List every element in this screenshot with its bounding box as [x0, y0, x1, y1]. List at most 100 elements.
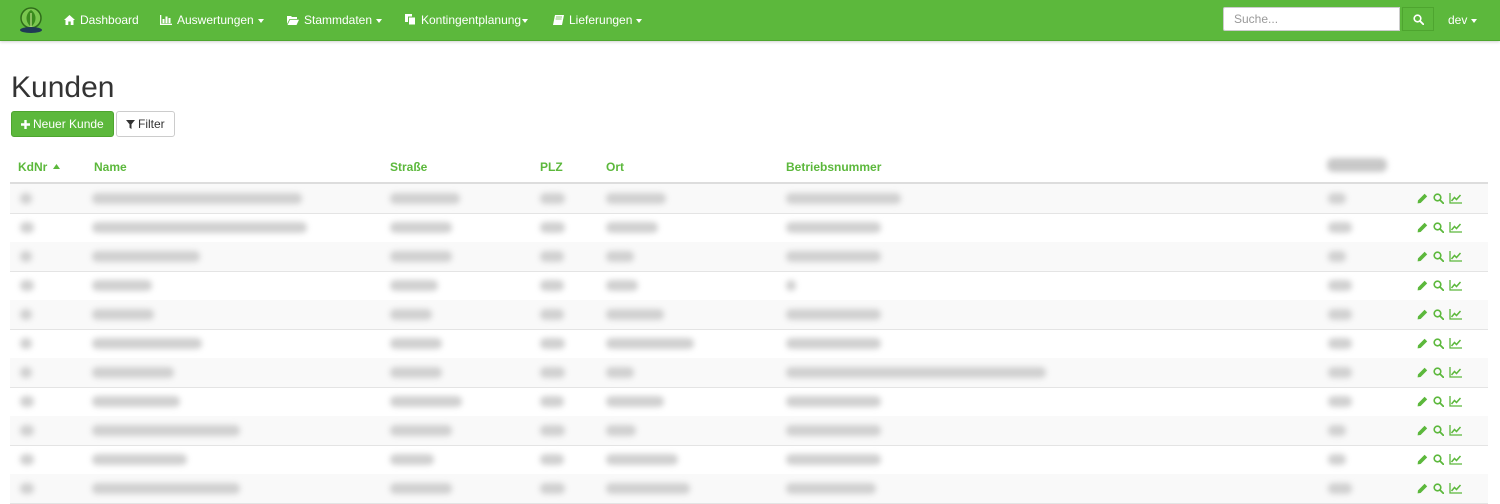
- view-search-icon[interactable]: [1433, 454, 1444, 465]
- line-chart-icon[interactable]: [1449, 193, 1462, 204]
- edit-pencil-icon[interactable]: [1417, 483, 1428, 494]
- edit-pencil-icon[interactable]: [1417, 222, 1428, 233]
- view-search-icon[interactable]: [1433, 222, 1444, 233]
- redacted-cell: [540, 222, 565, 233]
- line-chart-icon[interactable]: [1449, 309, 1462, 320]
- line-chart-icon[interactable]: [1449, 222, 1462, 233]
- redacted-cell: [390, 367, 442, 378]
- line-chart-icon[interactable]: [1449, 454, 1462, 465]
- column-header-kdnr[interactable]: KdNr: [18, 160, 60, 174]
- edit-pencil-icon[interactable]: [1417, 193, 1428, 204]
- column-header-plz[interactable]: PLZ: [540, 160, 563, 174]
- redacted-cell: [540, 309, 564, 320]
- search-button[interactable]: [1402, 7, 1434, 31]
- edit-pencil-icon[interactable]: [1417, 309, 1428, 320]
- folder-open-icon: [287, 16, 299, 25]
- redacted-cell: [606, 193, 666, 204]
- redacted-cell: [20, 280, 34, 291]
- table-row[interactable]: [10, 329, 1488, 359]
- edit-pencil-icon[interactable]: [1417, 367, 1428, 378]
- line-chart-icon[interactable]: [1449, 251, 1462, 262]
- redacted-cell: [92, 280, 152, 291]
- chevron-down-icon: [1471, 18, 1478, 23]
- line-chart-icon[interactable]: [1449, 396, 1462, 407]
- chevron-down-icon: [636, 18, 643, 23]
- redacted-cell: [390, 251, 452, 262]
- brand-logo-icon[interactable]: [16, 5, 46, 35]
- table-row[interactable]: [10, 358, 1488, 388]
- redacted-cell: [1328, 193, 1346, 204]
- nav-item-stammdaten[interactable]: Stammdaten: [287, 0, 383, 40]
- redacted-cell: [1328, 425, 1346, 436]
- line-chart-icon[interactable]: [1449, 367, 1462, 378]
- redacted-cell: [390, 483, 452, 494]
- redacted-cell: [20, 251, 32, 262]
- redacted-cell: [540, 425, 565, 436]
- edit-pencil-icon[interactable]: [1417, 338, 1428, 349]
- edit-pencil-icon[interactable]: [1417, 396, 1428, 407]
- nav-label-dashboard: Dashboard: [80, 13, 139, 27]
- column-header-ort[interactable]: Ort: [606, 160, 624, 174]
- book-icon: [553, 15, 564, 25]
- view-search-icon[interactable]: [1433, 338, 1444, 349]
- redacted-cell: [390, 396, 462, 407]
- table-row[interactable]: [10, 300, 1488, 330]
- row-actions: [1417, 329, 1462, 358]
- view-search-icon[interactable]: [1433, 309, 1444, 320]
- view-search-icon[interactable]: [1433, 193, 1444, 204]
- table-row[interactable]: [10, 387, 1488, 417]
- column-header-betriebsnummer[interactable]: Betriebsnummer: [786, 160, 881, 174]
- edit-pencil-icon[interactable]: [1417, 425, 1428, 436]
- redacted-cell: [92, 425, 240, 436]
- redacted-cell: [606, 280, 638, 291]
- nav-item-auswertungen[interactable]: Auswertungen: [160, 0, 264, 40]
- redacted-cell: [786, 222, 881, 233]
- row-actions: [1417, 242, 1462, 271]
- line-chart-icon[interactable]: [1449, 425, 1462, 436]
- column-header-strasse[interactable]: Straße: [390, 160, 427, 174]
- user-name: dev: [1448, 13, 1468, 27]
- redacted-cell: [606, 454, 678, 465]
- line-chart-icon[interactable]: [1449, 280, 1462, 291]
- view-search-icon[interactable]: [1433, 280, 1444, 291]
- nav-item-dashboard[interactable]: Dashboard: [64, 0, 139, 40]
- table-row[interactable]: [10, 445, 1488, 475]
- edit-pencil-icon[interactable]: [1417, 251, 1428, 262]
- nav-item-kontingentplanung[interactable]: Kontingentplanung: [405, 0, 529, 40]
- redacted-cell: [540, 367, 565, 378]
- redacted-cell: [786, 193, 901, 204]
- nav-item-lieferungen[interactable]: Lieferungen: [553, 0, 643, 40]
- edit-pencil-icon[interactable]: [1417, 280, 1428, 291]
- filter-button[interactable]: Filter: [116, 111, 175, 137]
- redacted-cell: [1328, 396, 1352, 407]
- table-row[interactable]: [10, 184, 1488, 214]
- column-label-kdnr: KdNr: [18, 160, 48, 174]
- redacted-cell: [786, 338, 881, 349]
- row-actions: [1417, 387, 1462, 416]
- edit-pencil-icon[interactable]: [1417, 454, 1428, 465]
- view-search-icon[interactable]: [1433, 483, 1444, 494]
- sort-ascending-icon: [52, 164, 60, 169]
- redacted-cell: [92, 454, 187, 465]
- line-chart-icon[interactable]: [1449, 483, 1462, 494]
- table-row[interactable]: [10, 416, 1488, 446]
- table-row[interactable]: [10, 242, 1488, 272]
- view-search-icon[interactable]: [1433, 251, 1444, 262]
- view-search-icon[interactable]: [1433, 425, 1444, 436]
- redacted-cell: [390, 309, 432, 320]
- new-customer-button[interactable]: Neuer Kunde: [11, 111, 114, 137]
- table-row[interactable]: [10, 271, 1488, 301]
- table-row[interactable]: [10, 213, 1488, 243]
- redacted-cell: [92, 193, 302, 204]
- redacted-cell: [20, 483, 34, 494]
- row-actions: [1417, 300, 1462, 329]
- view-search-icon[interactable]: [1433, 367, 1444, 378]
- redacted-cell: [540, 280, 564, 291]
- column-header-name[interactable]: Name: [94, 160, 127, 174]
- nav-label-stammdaten: Stammdaten: [304, 13, 373, 27]
- view-search-icon[interactable]: [1433, 396, 1444, 407]
- redacted-cell: [92, 338, 202, 349]
- line-chart-icon[interactable]: [1449, 338, 1462, 349]
- user-menu[interactable]: dev: [1448, 0, 1478, 40]
- search-input[interactable]: [1223, 7, 1400, 31]
